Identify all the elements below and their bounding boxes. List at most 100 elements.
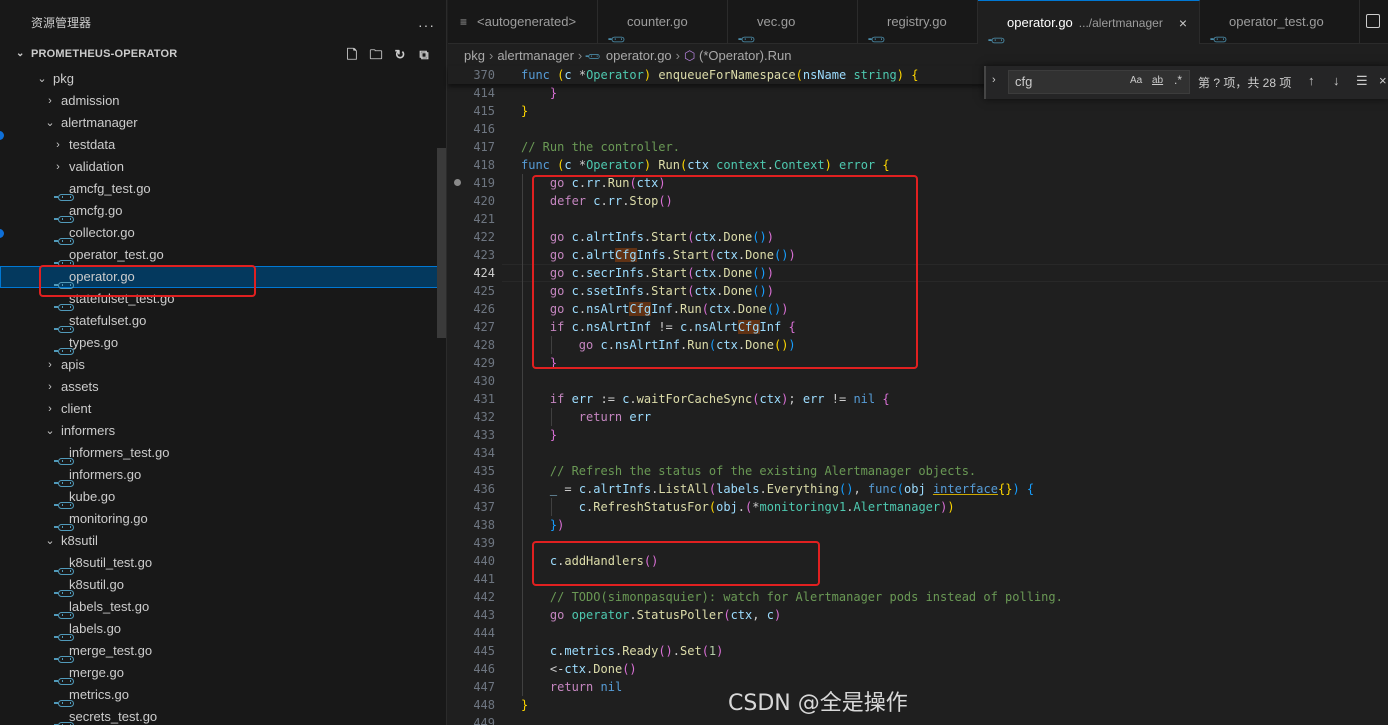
tree-file[interactable]: statefulset.go xyxy=(0,310,446,333)
tree-file[interactable]: secrets_test.go xyxy=(0,706,446,725)
tab-operator-go[interactable]: operator.go .../alertmanager × xyxy=(978,0,1200,44)
tree-file[interactable]: informers_test.go xyxy=(0,442,446,465)
regex-icon[interactable]: .* xyxy=(1174,73,1182,87)
chevron-right-icon[interactable]: › xyxy=(44,398,56,420)
tree-file[interactable]: metrics.go xyxy=(0,684,446,707)
chevron-right-icon[interactable]: › xyxy=(44,376,56,398)
tree-item-label: amcfg_test.go xyxy=(69,181,151,196)
tree-item-label: assets xyxy=(61,379,99,394)
go-file-icon xyxy=(988,18,1006,44)
code-view[interactable]: 370 func (c *Operator) enqueueForNamespa… xyxy=(448,66,1388,725)
code-line: _ = c.alrtInfs.ListAll(labels.Everything… xyxy=(549,482,1035,496)
sidebar-scrollbar[interactable] xyxy=(437,148,446,338)
tree-folder[interactable]: ⌄ pkg xyxy=(0,68,446,90)
tree-item-label: apis xyxy=(61,357,85,372)
line-number: 427 xyxy=(473,320,495,334)
code-line: // Refresh the status of the existing Al… xyxy=(549,464,977,478)
tree-file[interactable]: informers.go xyxy=(0,464,446,487)
chevron-down-icon[interactable]: ⌄ xyxy=(44,530,56,552)
code-line: } xyxy=(549,86,558,100)
tab-vec-go[interactable]: vec.go xyxy=(728,0,858,44)
chevron-down-icon[interactable]: ⌄ xyxy=(44,420,56,442)
code-line: // Run the controller. xyxy=(521,140,680,154)
tree-folder[interactable]: › validation xyxy=(0,156,446,178)
match-case-icon[interactable]: Aa xyxy=(1130,75,1142,86)
line-number: 436 xyxy=(473,482,495,496)
line-number: 414 xyxy=(473,86,495,100)
breadcrumb-item[interactable]: alertmanager xyxy=(497,48,574,63)
tab-operator-test-go[interactable]: operator_test.go xyxy=(1200,0,1360,44)
tree-file[interactable]: amcfg_test.go xyxy=(0,178,446,201)
chevron-right-icon[interactable]: › xyxy=(44,90,56,112)
find-in-selection-icon[interactable]: ☰ xyxy=(1356,73,1368,89)
code-line: }) xyxy=(549,518,565,532)
annotation-box-addhandlers xyxy=(532,541,820,586)
whole-word-icon[interactable]: ab xyxy=(1152,75,1163,86)
code-line: return nil xyxy=(549,680,623,694)
chevron-down-icon[interactable]: ⌄ xyxy=(36,68,48,90)
go-file-icon xyxy=(1210,17,1228,44)
code-line: c.RefreshStatusFor(obj.(*monitoringv1.Al… xyxy=(578,500,955,514)
tree-file[interactable]: amcfg.go xyxy=(0,200,446,223)
breadcrumb-separator-icon: › xyxy=(577,48,583,63)
tree-file[interactable]: labels_test.go xyxy=(0,596,446,619)
code-line: // TODO(simonpasquier): watch for Alertm… xyxy=(549,590,1063,604)
tree-item-label: testdata xyxy=(69,137,116,152)
collapse-all-icon[interactable]: ⧉ xyxy=(416,47,432,63)
tree-file[interactable]: kube.go xyxy=(0,486,446,509)
tree-file[interactable]: merge.go xyxy=(0,662,446,685)
breadcrumb-item[interactable]: operator.go xyxy=(606,48,672,63)
tree-folder[interactable]: ⌄ alertmanager xyxy=(0,112,446,134)
chevron-down-icon[interactable]: ⌄ xyxy=(16,48,24,59)
chevron-right-icon[interactable]: › xyxy=(52,134,64,156)
tree-folder[interactable]: › admission xyxy=(0,90,446,112)
tree-file[interactable]: k8sutil_test.go xyxy=(0,552,446,575)
tree-folder[interactable]: ⌄ informers xyxy=(0,420,446,442)
tree-item-label: collector.go xyxy=(69,225,135,240)
tree-folder[interactable]: › testdata xyxy=(0,134,446,156)
tab-autogenerated[interactable]: ≡ <autogenerated> xyxy=(448,0,598,44)
find-result-count: 第 ? 项，共 28 项 xyxy=(1198,76,1292,90)
tree-item-label: metrics.go xyxy=(69,687,129,702)
tab-counter-go[interactable]: counter.go xyxy=(598,0,728,44)
tab-registry-go[interactable]: registry.go xyxy=(858,0,978,44)
tree-file[interactable]: operator_test.go xyxy=(0,244,446,267)
close-tab-icon[interactable]: × xyxy=(1179,1,1187,44)
project-section-header[interactable]: ⌄ PROMETHEUS-OPERATOR 🗋 🗀 ↻ ⧉ xyxy=(0,44,446,66)
tree-file[interactable]: labels.go xyxy=(0,618,446,641)
chevron-right-icon[interactable]: › xyxy=(52,156,64,178)
breadcrumb-item[interactable]: pkg xyxy=(464,48,485,63)
tree-folder[interactable]: ⌄ k8sutil xyxy=(0,530,446,552)
tree-folder[interactable]: › assets xyxy=(0,376,446,398)
split-editor-icon[interactable] xyxy=(1366,14,1380,28)
tab-description: .../alertmanager xyxy=(1078,16,1163,30)
breadcrumb-item[interactable]: (*Operator).Run xyxy=(699,48,791,63)
tree-file[interactable]: merge_test.go xyxy=(0,640,446,663)
tree-folder[interactable]: › apis xyxy=(0,354,446,376)
line-number: 438 xyxy=(473,518,495,532)
code-line: if err := c.waitForCacheSync(ctx); err !… xyxy=(549,392,890,406)
line-number: 429 xyxy=(473,356,495,370)
tree-item-label: informers_test.go xyxy=(69,445,170,460)
line-number: 444 xyxy=(473,626,495,640)
new-folder-icon[interactable]: 🗀 xyxy=(368,47,384,63)
indent-guide xyxy=(551,408,552,426)
chevron-right-icon[interactable]: › xyxy=(44,354,56,376)
tree-file[interactable]: collector.go xyxy=(0,222,446,245)
breakpoint-hint-icon[interactable] xyxy=(454,179,461,186)
tree-file[interactable]: monitoring.go xyxy=(0,508,446,531)
line-number: 425 xyxy=(473,284,495,298)
previous-match-icon[interactable]: ↑ xyxy=(1308,73,1315,88)
more-actions-icon[interactable]: ··· xyxy=(418,17,435,33)
refresh-icon[interactable]: ↻ xyxy=(392,47,408,63)
tree-folder[interactable]: › client xyxy=(0,398,446,420)
tree-file[interactable]: k8sutil.go xyxy=(0,574,446,597)
close-find-icon[interactable]: × xyxy=(1379,73,1387,88)
tree-item-label: operator_test.go xyxy=(69,247,164,262)
next-match-icon[interactable]: ↓ xyxy=(1333,73,1340,88)
chevron-down-icon[interactable]: ⌄ xyxy=(44,112,56,134)
editor-area: ≡ <autogenerated> counter.go vec.go registry… xyxy=(448,0,1388,725)
toggle-replace-icon[interactable]: › xyxy=(992,74,996,86)
new-file-icon[interactable]: 🗋 xyxy=(344,47,360,63)
tree-file[interactable]: types.go xyxy=(0,332,446,355)
